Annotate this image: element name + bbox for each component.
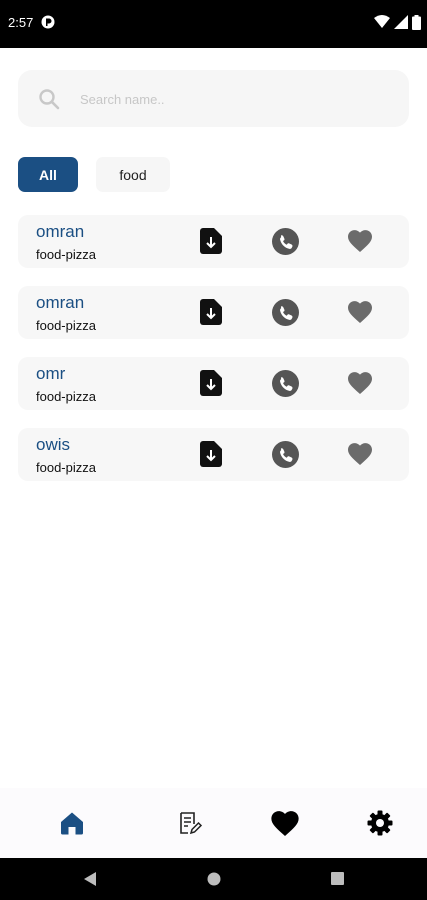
contact-name: omran (36, 222, 85, 241)
signal-icon (394, 15, 408, 29)
nav-receipt[interactable] (175, 808, 205, 838)
filter-chip-all[interactable]: All (18, 157, 78, 192)
phone-call-icon[interactable] (272, 441, 299, 468)
contact-card[interactable]: omr food-pizza (18, 357, 409, 410)
contact-card[interactable]: omran food-pizza (18, 286, 409, 339)
file-download-icon[interactable] (200, 441, 222, 467)
app-notification-icon (41, 15, 55, 29)
receipt-edit-icon (180, 812, 203, 835)
heart-icon (271, 810, 299, 836)
heart-icon[interactable] (348, 230, 372, 252)
search-input[interactable] (78, 70, 392, 129)
home-icon (61, 812, 83, 835)
contact-name: owis (36, 435, 71, 454)
phone-call-icon[interactable] (272, 228, 299, 255)
contact-category: food-pizza (36, 318, 96, 333)
wifi-icon (374, 15, 390, 28)
status-time: 2:57 (8, 15, 34, 30)
battery-icon (412, 14, 421, 30)
contact-card[interactable]: owis food-pizza (18, 428, 409, 481)
phone-call-icon[interactable] (272, 299, 299, 326)
nav-home[interactable] (57, 808, 87, 838)
back-icon[interactable] (84, 872, 96, 886)
nav-favorites[interactable] (270, 808, 300, 838)
search-icon (39, 89, 60, 110)
contact-name: omran (36, 293, 85, 312)
recents-icon[interactable] (331, 872, 344, 885)
contact-category: food-pizza (36, 389, 96, 404)
status-icons (374, 14, 421, 30)
bottom-navigation (0, 788, 427, 858)
filter-chip-food[interactable]: food (96, 157, 170, 192)
heart-icon[interactable] (348, 372, 372, 394)
contact-card[interactable]: omran food-pizza (18, 215, 409, 268)
home-circle-icon[interactable] (207, 872, 221, 886)
contact-category: food-pizza (36, 460, 96, 475)
file-download-icon[interactable] (200, 370, 222, 396)
system-navigation-bar (0, 858, 427, 900)
search-bar[interactable] (18, 70, 409, 129)
file-download-icon[interactable] (200, 299, 222, 325)
heart-icon[interactable] (348, 301, 372, 323)
contact-name: omr (36, 364, 66, 383)
nav-settings[interactable] (365, 808, 395, 838)
heart-icon[interactable] (348, 443, 372, 465)
phone-call-icon[interactable] (272, 370, 299, 397)
file-download-icon[interactable] (200, 228, 222, 254)
gear-icon (367, 810, 393, 836)
status-bar: 2:57 (0, 0, 427, 48)
contact-category: food-pizza (36, 247, 96, 262)
